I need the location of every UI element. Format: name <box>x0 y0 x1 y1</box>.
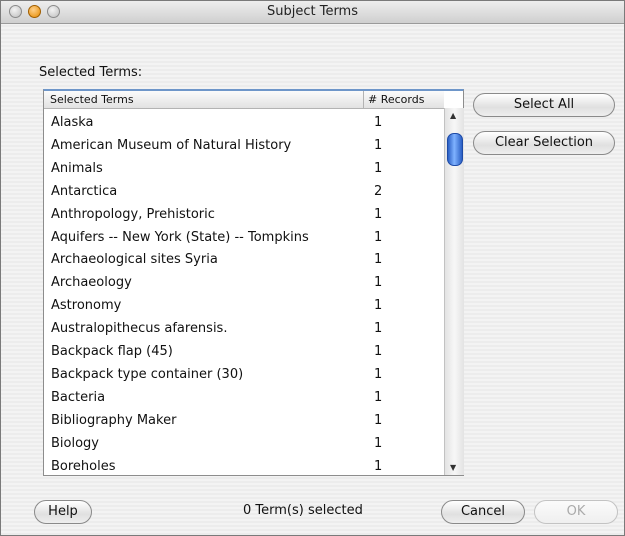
term-cell: Archaeological sites Syria <box>51 252 218 268</box>
table-row[interactable]: Backpack flap (45) 1 <box>44 341 444 364</box>
ok-button[interactable]: OK <box>534 500 618 524</box>
record-count-cell: 1 <box>374 344 383 359</box>
scroll-up-arrow-icon[interactable]: ▲ <box>450 111 456 120</box>
record-count-cell: 1 <box>374 160 383 176</box>
table-body: Alaska 1 American Museum of Natural Histor… <box>44 112 444 474</box>
term-cell: American Museum of Natural History <box>51 137 292 153</box>
record-count-cell: 1 <box>374 458 383 474</box>
record-count-cell: 1 <box>374 137 383 153</box>
selected-terms-label: Selected Terms: <box>39 65 143 80</box>
term-cell: Boreholes <box>51 458 116 474</box>
record-count-cell: 1 <box>374 321 383 337</box>
term-cell: Alaska <box>51 115 94 130</box>
select-all-button[interactable]: Select All <box>473 93 615 117</box>
cancel-button[interactable]: Cancel <box>441 500 525 524</box>
table-row[interactable]: Antarctica 2 <box>44 181 444 204</box>
term-cell: Backpack flap (45) <box>51 344 173 359</box>
record-count-cell: 1 <box>374 229 383 245</box>
record-count-cell: 1 <box>374 206 383 222</box>
term-cell: Animals <box>51 160 103 176</box>
title-bar: Subject Terms <box>1 1 624 24</box>
table-header: Selected Terms # Records <box>44 91 444 109</box>
scroll-thumb[interactable] <box>447 133 463 166</box>
term-cell: Bacteria <box>51 389 106 405</box>
table-row[interactable]: Archaeological sites Syria 1 <box>44 249 444 272</box>
column-divider <box>363 91 364 108</box>
term-cell: Anthropology, Prehistoric <box>51 206 215 222</box>
table-row[interactable]: Astronomy 1 <box>44 295 444 318</box>
term-cell: Biology <box>51 435 99 451</box>
table-row[interactable]: Anthropology, Prehistoric 1 <box>44 204 444 227</box>
table-row[interactable]: Backpack type container (30) 1 <box>44 364 444 387</box>
record-count-cell: 1 <box>374 275 383 291</box>
term-cell: Bibliography Maker <box>51 412 177 428</box>
record-count-cell: 1 <box>374 435 383 451</box>
column-header-records[interactable]: # Records <box>368 93 424 106</box>
record-count-cell: 1 <box>374 115 383 130</box>
record-count-cell: 1 <box>374 412 383 428</box>
record-count-cell: 1 <box>374 252 383 268</box>
term-cell: Archaeology <box>51 275 132 291</box>
vertical-scrollbar[interactable]: ▲ ▼ <box>444 108 464 475</box>
column-header-terms[interactable]: Selected Terms <box>50 93 134 106</box>
record-count-cell: 1 <box>374 389 383 405</box>
term-cell: Australopithecus afarensis. <box>51 321 228 337</box>
table-row[interactable]: Biology 1 <box>44 433 444 456</box>
table-row[interactable]: Bibliography Maker 1 <box>44 410 444 433</box>
scroll-down-arrow-icon[interactable]: ▼ <box>450 463 456 472</box>
term-cell: Aquifers -- New York (State) -- Tompkins <box>51 229 309 245</box>
subject-terms-window: Subject Terms Selected Terms: Selected T… <box>0 0 625 536</box>
clear-selection-button[interactable]: Clear Selection <box>473 131 615 155</box>
window-title: Subject Terms <box>266 4 358 19</box>
selection-status: 0 Term(s) selected <box>243 503 363 518</box>
record-count-cell: 2 <box>374 183 383 199</box>
term-cell: Antarctica <box>51 183 118 199</box>
help-button[interactable]: Help <box>34 500 92 524</box>
table-row[interactable]: Alaska 1 <box>44 112 444 135</box>
term-cell: Backpack type container (30) <box>51 366 244 382</box>
terms-table[interactable]: Selected Terms # Records Alaska 1 American… <box>43 89 464 476</box>
table-row[interactable]: Animals 1 <box>44 158 444 181</box>
table-row[interactable]: Archaeology 1 <box>44 272 444 295</box>
table-row[interactable]: Bacteria 1 <box>44 387 444 410</box>
table-row[interactable]: American Museum of Natural History 1 <box>44 135 444 158</box>
table-row[interactable]: Australopithecus afarensis. 1 <box>44 318 444 341</box>
term-cell: Astronomy <box>51 298 122 314</box>
table-row[interactable]: Aquifers -- New York (State) -- Tompkins… <box>44 227 444 250</box>
record-count-cell: 1 <box>374 298 383 314</box>
record-count-cell: 1 <box>374 366 383 382</box>
table-row[interactable]: Boreholes 1 <box>44 456 444 475</box>
